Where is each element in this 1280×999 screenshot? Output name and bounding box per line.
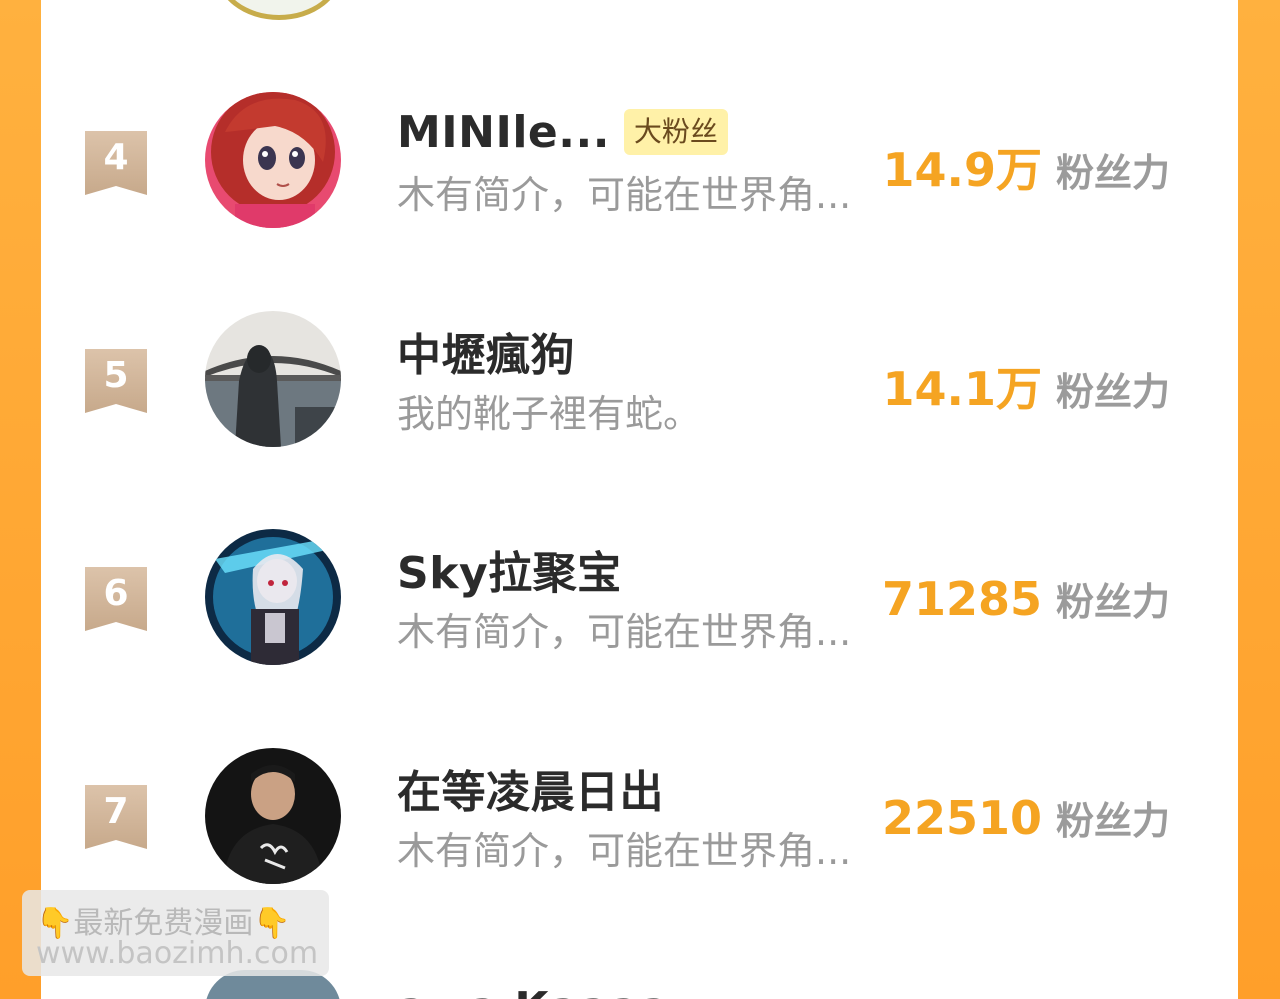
fan-power: 14.9万 粉丝力 [882, 134, 1170, 200]
ranking-row[interactable]: 6 Sky拉聚宝 木有简介，可能在世界角... 71285 粉丝力 [41, 529, 1238, 729]
rank-number: 7 [103, 791, 129, 832]
user-name[interactable]: MINIle... [397, 107, 610, 158]
watermark: 👇最新免费漫画👇 www.baozimh.com [22, 890, 329, 976]
fan-power-value: 22510 [881, 791, 1042, 845]
rank-badge: 6 [85, 567, 147, 631]
fan-power-label: 粉丝力 [1055, 580, 1170, 624]
fan-power-label: 粉丝力 [1055, 151, 1170, 195]
user-name[interactable]: awa Kaaaa [397, 983, 670, 999]
avatar[interactable] [205, 92, 341, 228]
user-bio: 木有简介，可能在世界角... [397, 173, 852, 217]
name-line: MINIle... 大粉丝 [397, 104, 728, 160]
name-line: 在等凌晨日出 [397, 760, 664, 818]
name-line: awa Kaaaa [397, 980, 670, 999]
ranking-panel: 4 MINIle... 大粉丝 木有简介，可能在世界角... 14.9万 粉丝力… [41, 0, 1238, 999]
avatar[interactable] [205, 311, 341, 447]
hooded-figure-bridge-avatar [205, 311, 341, 447]
rank-number: 6 [103, 573, 129, 614]
user-name[interactable]: 中壢瘋狗 [397, 319, 575, 383]
user-bio: 我的靴子裡有蛇。 [397, 392, 702, 436]
fan-power: 14.1万 粉丝力 [882, 353, 1170, 419]
fan-badge: 大粉丝 [623, 109, 728, 155]
fan-power: 22510 粉丝力 [882, 790, 1170, 845]
anime-girl-red-hair-avatar [205, 92, 341, 228]
name-line: Sky拉聚宝 [397, 541, 622, 599]
rank-number: 4 [103, 137, 129, 178]
fan-power-value: 71285 [881, 572, 1042, 626]
name-line: 中壢瘋狗 [397, 323, 575, 381]
user-bio: 木有简介，可能在世界角... [397, 610, 852, 654]
avatar[interactable] [205, 529, 341, 665]
avatar[interactable] [205, 748, 341, 884]
rank-number: 5 [103, 355, 129, 396]
man-black-hoodie-avatar [205, 748, 341, 884]
fan-power-value: 14.9万 [882, 143, 1042, 197]
user-bio: 木有简介，可能在世界角... [397, 829, 852, 873]
rank-badge: 7 [85, 785, 147, 849]
ranking-row[interactable]: 5 中壢瘋狗 我的靴子裡有蛇。 14.1万 粉丝力 [41, 311, 1238, 511]
user-name[interactable]: 在等凌晨日出 [397, 756, 664, 820]
previous-avatar-partial[interactable] [215, 0, 343, 20]
user-name[interactable]: Sky拉聚宝 [397, 537, 622, 601]
rank-badge: 4 [85, 131, 147, 195]
fan-power-value: 14.1万 [882, 362, 1042, 416]
ranking-row[interactable]: 4 MINIle... 大粉丝 木有简介，可能在世界角... 14.9万 粉丝力 [41, 92, 1238, 292]
fan-power-label: 粉丝力 [1055, 370, 1170, 414]
fan-power-label: 粉丝力 [1055, 799, 1170, 843]
rank-badge: 5 [85, 349, 147, 413]
anime-swordsman-avatar [205, 529, 341, 665]
watermark-url: www.baozimh.com [36, 936, 319, 971]
fan-power: 71285 粉丝力 [882, 571, 1170, 626]
